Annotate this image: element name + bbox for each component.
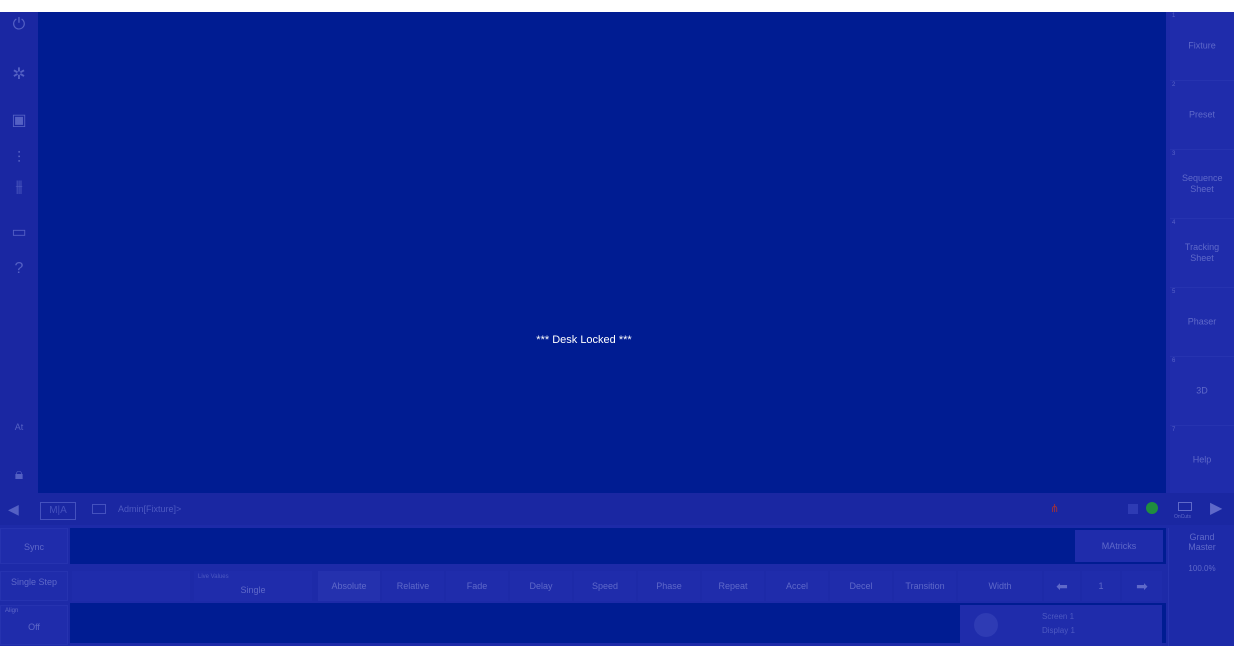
single-step-button[interactable]: Single Step [0,571,68,601]
tab-phase[interactable]: Phase [638,571,700,601]
view-button-number: 2 [1172,82,1176,88]
faders-alt-icon[interactable]: ⫵ [0,174,38,200]
keyboard-caption: OnCuts [1174,514,1191,520]
help-icon[interactable]: ? [0,256,38,282]
ma-logo: M|A [40,502,76,520]
tab-relative[interactable]: Relative [382,571,444,601]
bottom-row-empty [70,528,1166,564]
view-button-number: 5 [1172,289,1176,295]
view-button-label: Sequence Sheet [1182,173,1223,194]
network-icon[interactable]: ⋔ [1050,502,1062,515]
live-values-button[interactable]: Live Values Single [194,571,312,601]
screen-selector[interactable]: Screen 1 Display 1 [960,605,1162,646]
command-line-bar: ◀ M|A Admin[Fixture]> ⋔ [0,493,1168,525]
page-number: 1 [1082,571,1120,601]
lock-icon[interactable]: 🔒︎ [0,462,38,488]
monitor-icon[interactable]: ▭ [0,220,38,246]
live-values-value: Single [240,585,266,595]
tab-accel[interactable]: Accel [766,571,828,601]
view-button-label: Fixture [1188,40,1216,51]
view-button-label: 3D [1196,385,1208,396]
empty-encoder-slot[interactable] [72,571,190,601]
view-button-number: 1 [1172,13,1176,19]
power-icon[interactable]: ⏻ [0,12,38,38]
tab-fade[interactable]: Fade [446,571,508,601]
app-window: ⏻ ✲ ▣ ⫶ ⫵ ▭ ? At 🔒︎ *** Desk Locked *** … [0,0,1234,646]
view-button-fixture[interactable]: 1 Fixture [1170,12,1234,81]
screen-label: Screen 1 [1042,612,1075,621]
top-strip [0,0,1234,12]
grand-master-label: Grand Master [1188,532,1216,552]
off-button[interactable]: Align Off [0,605,68,645]
command-line-right: OnCuts ▶ [1168,493,1234,525]
tab-width[interactable]: Width [958,571,1042,601]
command-line-input[interactable]: Admin[Fixture]> [118,504,181,514]
view-button-tracking-sheet[interactable]: 4 Tracking Sheet [1170,219,1234,288]
screen-info: Screen 1 Display 1 [1042,610,1075,638]
view-button-label: Help [1192,454,1212,465]
view-button-number: 4 [1172,220,1176,226]
view-button-phaser[interactable]: 5 Phaser [1170,288,1234,357]
bottom-panel: Sync MAtricks Single Step Live Values Si… [0,525,1234,646]
view-button-label: Preset [1188,109,1215,120]
settings-icon[interactable]: ✲ [0,62,38,88]
arrow-right-icon[interactable]: ▶ [1210,498,1222,518]
tab-repeat[interactable]: Repeat [702,571,764,601]
desk-locked-message: *** Desk Locked *** [536,334,632,346]
grand-master-panel[interactable]: Grand Master 100.0% [1168,528,1234,646]
keyboard-icon[interactable] [92,504,106,514]
live-values-caption: Live Values [198,574,229,580]
view-button-label: Phaser [1187,316,1217,327]
view-button-number: 7 [1172,427,1176,433]
tab-delay[interactable]: Delay [510,571,572,601]
single-step-label: Single Step [10,577,58,587]
view-button-number: 6 [1172,358,1176,364]
faders-icon[interactable]: ⫶ [0,146,38,172]
arrow-right-page-icon[interactable]: ➡ [1122,571,1162,601]
tab-speed[interactable]: Speed [574,571,636,601]
view-button-preset[interactable]: 2 Preset [1170,81,1234,150]
status-green-icon [1146,502,1158,514]
arrow-left-page-icon[interactable]: ⬅ [1044,571,1080,601]
tab-decel[interactable]: Decel [830,571,892,601]
status-square-icon [1128,504,1138,514]
off-label: Off [28,622,40,632]
view-button-3d[interactable]: 6 3D [1170,357,1234,426]
view-button-label: Tracking Sheet [1184,242,1220,263]
matricks-button[interactable]: MAtricks [1075,530,1163,562]
left-sidebar: ⏻ ✲ ▣ ⫶ ⫵ ▭ ? At 🔒︎ [0,12,38,493]
screen-knob-icon [974,613,998,637]
right-panel: 1 Fixture 2 Preset 3 Sequence Sheet 4 Tr… [1168,12,1234,495]
grand-master-value: 100.0% [1188,564,1216,573]
keyboard-icon[interactable] [1178,502,1192,511]
main-view [38,12,1166,493]
arrow-left-icon[interactable]: ◀ [8,501,19,518]
display-label: Display 1 [1042,626,1075,635]
view-button-help[interactable]: 7 Help [1170,426,1234,495]
at-label: At [14,422,24,432]
view-button-sequence-sheet[interactable]: 3 Sequence Sheet [1170,150,1234,219]
tab-transition[interactable]: Transition [894,571,956,601]
off-caption: Align [5,608,19,614]
layout-icon[interactable]: ▣ [0,108,38,134]
tab-absolute[interactable]: Absolute [318,571,380,601]
sync-button[interactable]: Sync [0,528,68,564]
view-button-number: 3 [1172,151,1176,157]
